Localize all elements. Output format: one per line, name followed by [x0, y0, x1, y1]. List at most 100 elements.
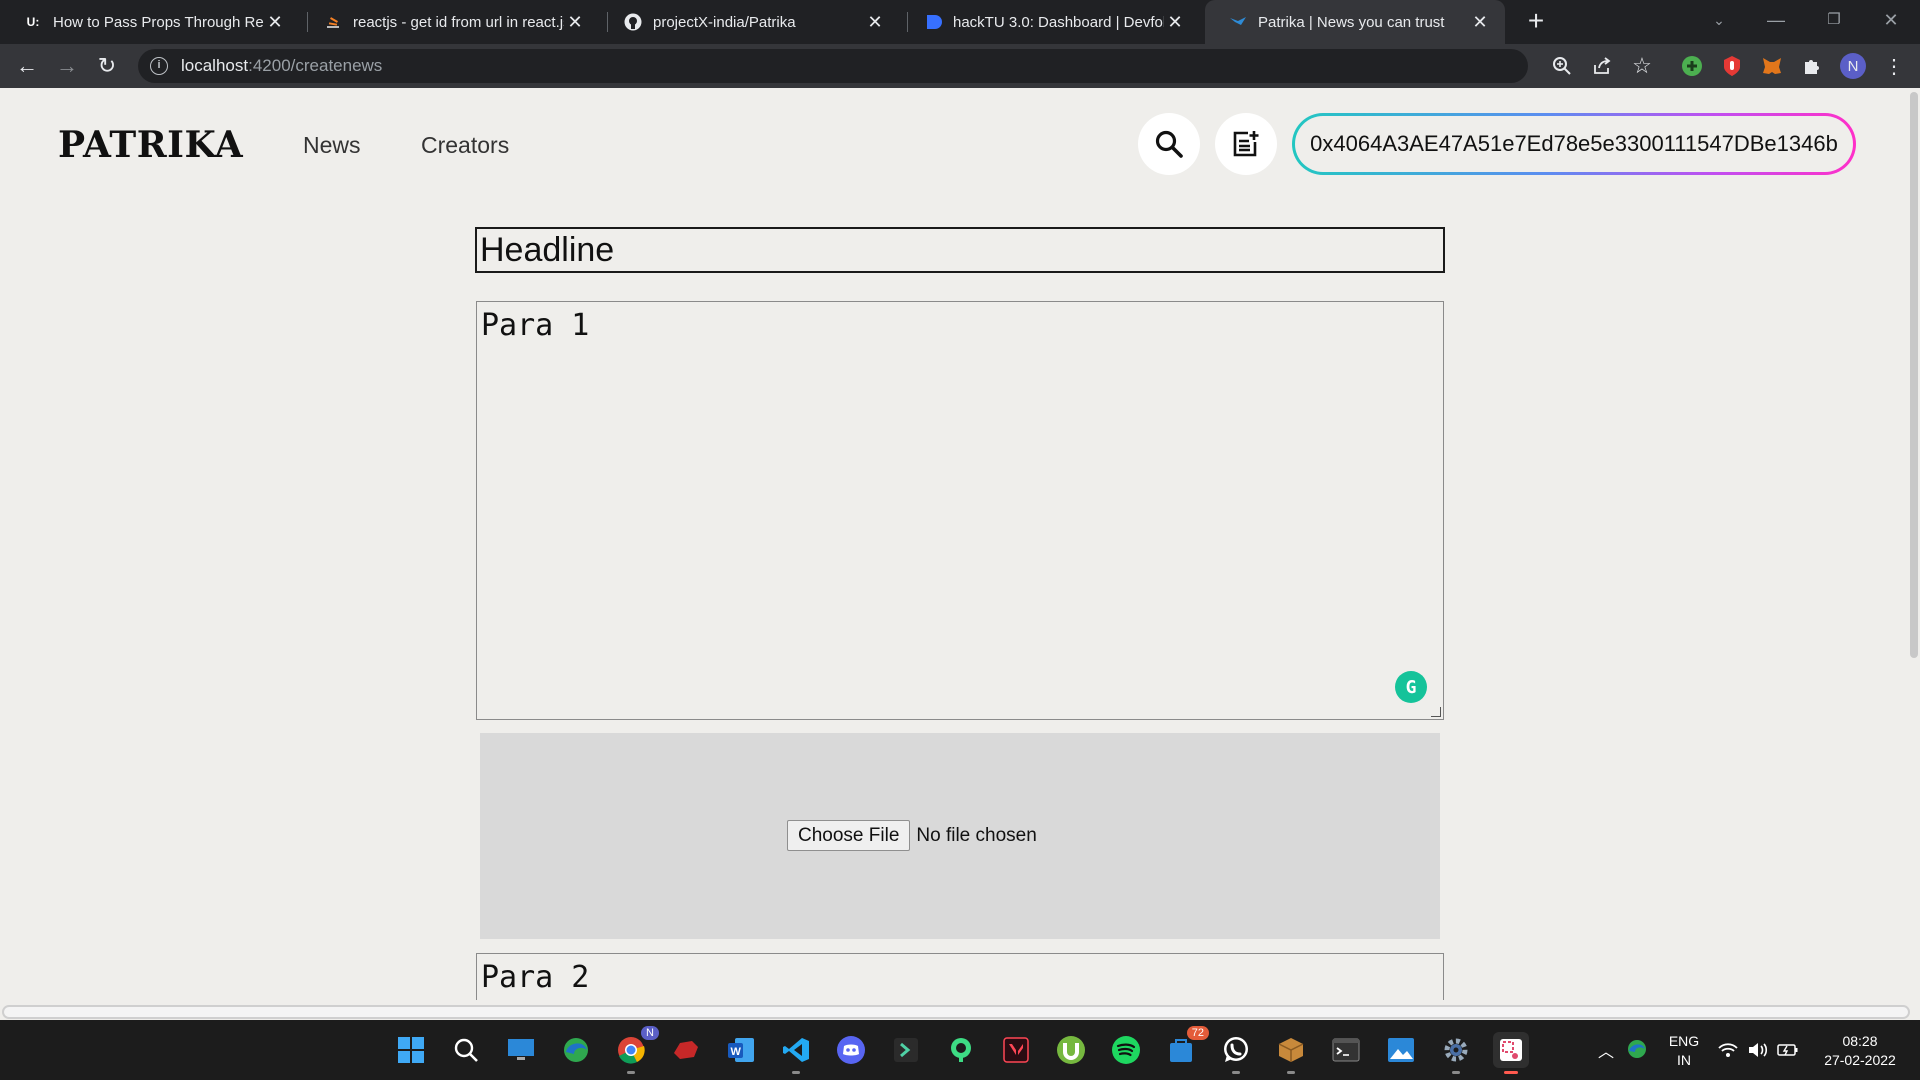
language-indicator[interactable]: ENG IN [1664, 1032, 1704, 1070]
extensions-puzzle-icon[interactable] [1800, 54, 1824, 78]
tray-app-icon[interactable] [1622, 1034, 1652, 1064]
extension-red-icon[interactable] [1720, 54, 1744, 78]
clock-time: 08:28 [1842, 1033, 1878, 1049]
patrika-icon [1229, 13, 1247, 31]
nav-link-creators[interactable]: Creators [421, 132, 509, 159]
file-input[interactable]: Choose File No file chosen [787, 820, 1037, 851]
tab-title: projectX-india/Patrika [653, 13, 796, 31]
tab-3[interactable]: projectX-india/Patrika ✕ [600, 0, 900, 44]
windows-terminal-icon[interactable] [1328, 1032, 1364, 1068]
spotify-icon[interactable] [1108, 1032, 1144, 1068]
settings-gear-icon[interactable] [1438, 1032, 1474, 1074]
snipping-tool-icon[interactable] [1493, 1032, 1529, 1074]
edge-icon[interactable] [558, 1032, 594, 1068]
para-1-textarea[interactable]: Para 1 G [476, 301, 1444, 720]
back-button[interactable]: ← [13, 52, 41, 80]
menu-kebab-icon[interactable]: ⋮ [1882, 54, 1906, 78]
tab-title: hackTU 3.0: Dashboard | Devfolio [953, 13, 1164, 31]
show-hidden-icons-icon[interactable]: ︿ [1598, 1038, 1614, 1062]
tab-search-icon[interactable]: ⌄ [1690, 0, 1748, 44]
valorant-icon[interactable] [998, 1032, 1034, 1068]
new-tab-button[interactable]: + [1520, 6, 1552, 38]
clock[interactable]: 08:28 27-02-2022 [1810, 1032, 1910, 1070]
windows-start-icon[interactable] [393, 1032, 429, 1068]
choose-file-button[interactable]: Choose File [787, 820, 911, 851]
running-indicator [1287, 1071, 1295, 1074]
store-notification-badge: 72 [1186, 1026, 1209, 1040]
profile-avatar[interactable]: N [1840, 53, 1866, 79]
forward-button[interactable]: → [53, 52, 81, 80]
minimize-button[interactable]: — [1747, 0, 1805, 44]
chrome-icon[interactable]: N [613, 1026, 659, 1074]
vertical-scrollbar[interactable] [1906, 88, 1920, 1000]
tab-title: Patrika | News you can trust [1258, 13, 1445, 31]
stackoverflow-icon [324, 13, 342, 31]
running-indicator [792, 1071, 800, 1074]
search-icon[interactable] [448, 1032, 484, 1068]
headline-input[interactable]: Headline [475, 227, 1445, 273]
running-indicator [627, 1071, 635, 1074]
para-1-placeholder: Para 1 [481, 308, 590, 343]
restore-button[interactable]: ❐ [1805, 0, 1863, 44]
extension-green-icon[interactable] [1680, 54, 1704, 78]
metamask-fox-icon[interactable] [1760, 54, 1784, 78]
close-icon[interactable]: ✕ [1164, 12, 1186, 33]
brand-logo[interactable]: PATRIKA [58, 124, 243, 166]
info-icon[interactable]: i [150, 57, 168, 75]
horizontal-scroll-thumb[interactable] [2, 1005, 1910, 1019]
url-host: localhost [181, 56, 249, 75]
microsoft-store-icon[interactable]: 72 [1163, 1026, 1209, 1068]
close-icon[interactable]: ✕ [1469, 12, 1491, 33]
browser-tabstrip: U: How to Pass Props Through React ✕ rea… [0, 0, 1920, 44]
search-button[interactable] [1138, 113, 1200, 175]
tab-2[interactable]: reactjs - get id from url in react.js ✕ [300, 0, 600, 44]
package-app-icon[interactable] [1273, 1032, 1309, 1074]
grammarly-icon[interactable]: G [1395, 671, 1427, 703]
windows-taskbar: N W 72 ︿ ENG IN 08:28 27-02-2022 [0, 1020, 1920, 1080]
close-icon[interactable]: ✕ [564, 12, 586, 33]
reload-button[interactable]: ↻ [93, 52, 121, 80]
tab-4[interactable]: hackTU 3.0: Dashboard | Devfolio ✕ [900, 0, 1200, 44]
tab-5-active[interactable]: Patrika | News you can trust ✕ [1205, 0, 1505, 44]
nav-link-news[interactable]: News [303, 132, 361, 159]
close-window-button[interactable]: ✕ [1862, 0, 1920, 44]
desktop-icon[interactable] [503, 1032, 539, 1068]
language-code: ENG [1668, 1033, 1700, 1049]
vscode-icon[interactable] [778, 1032, 814, 1074]
devfolio-icon [924, 13, 942, 31]
vertical-scroll-thumb[interactable] [1910, 92, 1918, 658]
post-add-icon [1233, 131, 1259, 157]
wallet-address-pill[interactable]: 0x4064A3AE47A51e7Ed78e5e3300111547DBe134… [1292, 113, 1856, 175]
photos-app-icon[interactable] [1383, 1032, 1419, 1068]
word-icon[interactable]: W [723, 1032, 759, 1068]
battery-icon[interactable] [1774, 1036, 1802, 1064]
resize-handle-icon[interactable] [1431, 707, 1441, 717]
game-app-icon[interactable] [668, 1032, 704, 1068]
running-indicator [1452, 1071, 1460, 1074]
close-icon[interactable]: ✕ [864, 12, 886, 33]
terminal-app-icon[interactable] [888, 1032, 924, 1068]
discord-icon[interactable] [833, 1032, 869, 1068]
whatsapp-icon[interactable] [1218, 1032, 1254, 1074]
share-icon[interactable] [1590, 54, 1614, 78]
horizontal-scrollbar[interactable] [0, 1000, 1920, 1020]
zoom-icon[interactable] [1550, 54, 1574, 78]
create-news-button[interactable] [1215, 113, 1277, 175]
close-icon[interactable]: ✕ [264, 12, 286, 33]
clock-date: 27-02-2022 [1824, 1052, 1896, 1068]
region-code: IN [1677, 1052, 1691, 1068]
bookmark-star-icon[interactable]: ☆ [1630, 53, 1654, 78]
search-icon [1155, 130, 1183, 158]
wifi-icon[interactable] [1714, 1036, 1742, 1064]
utorrent-icon[interactable] [1053, 1032, 1089, 1068]
active-indicator [1504, 1071, 1518, 1074]
address-bar[interactable]: i localhost:4200/createnews [138, 49, 1528, 83]
tab-1[interactable]: U: How to Pass Props Through React ✕ [0, 0, 300, 44]
image-dropzone[interactable]: Choose File No file chosen [480, 733, 1440, 939]
volume-icon[interactable] [1744, 1036, 1772, 1064]
file-status: No file chosen [916, 824, 1037, 846]
svg-text:W: W [731, 1046, 742, 1058]
android-studio-icon[interactable] [943, 1032, 979, 1068]
para-2-textarea[interactable]: Para 2 [476, 953, 1444, 1000]
udemy-favicon-icon: U: [26, 15, 40, 29]
